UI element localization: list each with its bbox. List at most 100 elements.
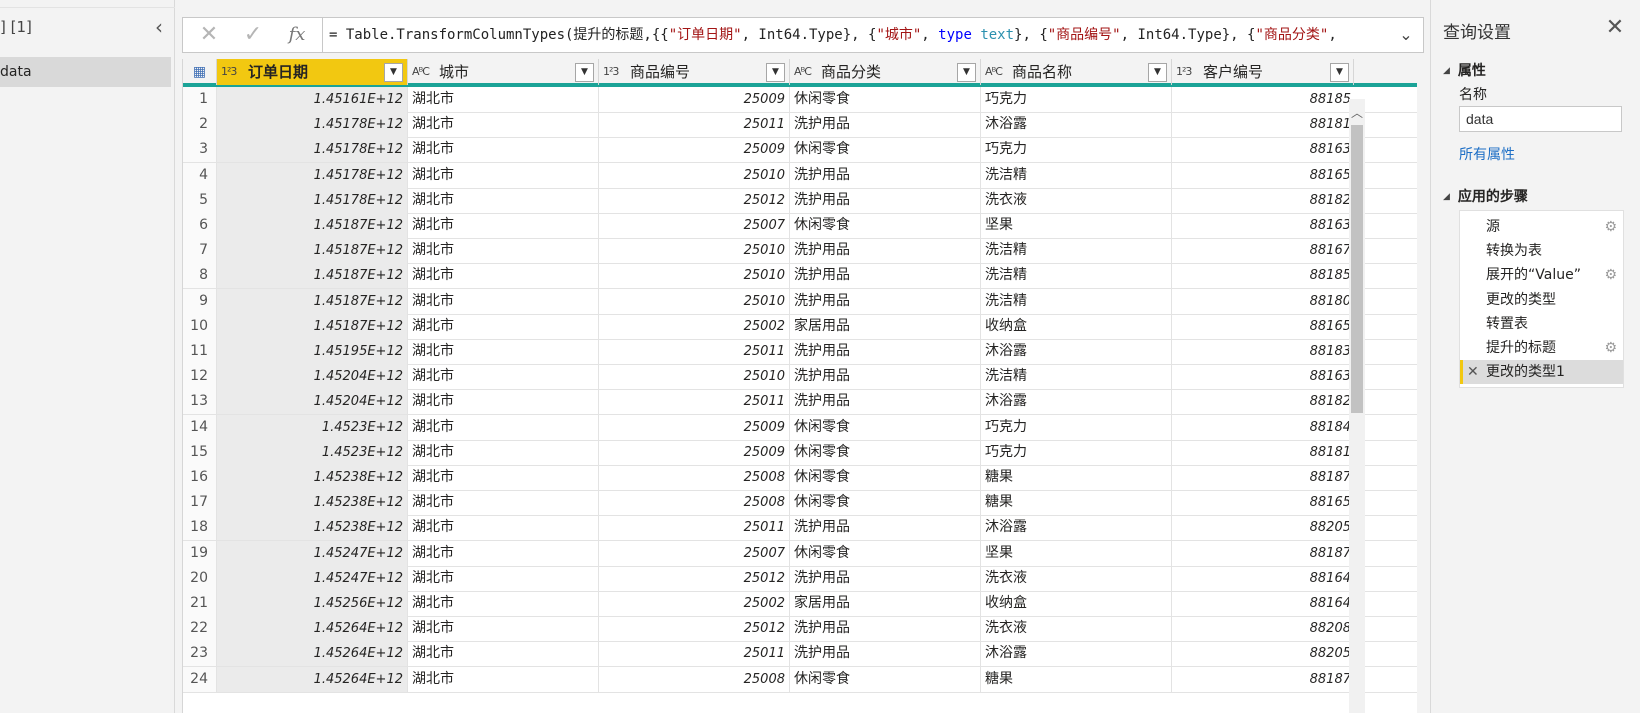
cell-product-no[interactable]: 25011 [599,112,790,138]
cell-product-name[interactable]: 洗衣液 [981,565,1172,591]
row-number[interactable]: 19 [183,540,217,566]
cell-product-name[interactable]: 沐浴露 [981,515,1172,541]
cell-order-date[interactable]: 1.45178E+12 [217,187,408,213]
cell-order-date[interactable]: 1.45187E+12 [217,238,408,264]
expand-formula-icon[interactable]: ⌄ [1393,18,1419,52]
column-header[interactable]: 1²3 商品编号 ▼ [599,59,790,85]
filter-dropdown-icon[interactable]: ▼ [957,63,976,82]
table-row[interactable]: 12 1.45204E+12 湖北市 25010 洗护用品 洗洁精 88163 [183,364,1417,391]
cell-city[interactable]: 湖北市 [408,389,599,415]
cell-order-date[interactable]: 1.45187E+12 [217,213,408,238]
filter-dropdown-icon[interactable]: ▼ [1148,63,1167,82]
cell-order-date[interactable]: 1.4523E+12 [217,414,408,440]
vertical-scrollbar[interactable]: ︿ [1349,99,1365,713]
cell-product-no[interactable]: 25008 [599,666,790,692]
cell-order-date[interactable]: 1.45238E+12 [217,465,408,490]
cell-customer-no[interactable]: 88164 [1172,566,1354,591]
scroll-up-icon[interactable]: ︿ [1349,105,1365,121]
cell-category[interactable]: 洗护用品 [790,515,981,541]
table-row[interactable]: 16 1.45238E+12 湖北市 25008 休闲零食 糖果 88187 [183,465,1417,491]
cell-customer-no[interactable]: 88182 [1172,389,1354,414]
cell-city[interactable]: 湖北市 [408,641,599,667]
table-row[interactable]: 19 1.45247E+12 湖北市 25007 休闲零食 坚果 88187 [183,540,1417,567]
column-type-icon[interactable]: AᴮC [412,59,430,85]
cell-product-name[interactable]: 糖果 [981,465,1172,490]
cell-order-date[interactable]: 1.45187E+12 [217,263,408,289]
table-row[interactable]: 1 1.45161E+12 湖北市 25009 休闲零食 巧克力 88185 [183,87,1417,113]
cell-city[interactable]: 湖北市 [408,364,599,390]
applied-step[interactable]: 展开的“Value” ⚙ [1460,263,1623,287]
cell-product-name[interactable]: 巧克力 [981,439,1172,465]
cell-product-no[interactable]: 25008 [599,465,790,490]
collapse-pane-icon[interactable]: ‹ [148,14,170,40]
table-row[interactable]: 3 1.45178E+12 湖北市 25009 休闲零食 巧克力 88163 [183,137,1417,164]
row-number[interactable]: 20 [183,565,217,591]
table-row[interactable]: 24 1.45264E+12 湖北市 25008 休闲零食 糖果 88187 [183,666,1417,693]
cell-order-date[interactable]: 1.45195E+12 [217,339,408,364]
row-number[interactable]: 13 [183,389,217,415]
cell-city[interactable]: 湖北市 [408,439,599,465]
cell-city[interactable]: 湖北市 [408,313,599,339]
column-header[interactable]: AᴮC 商品名称 ▼ [981,59,1172,85]
cell-category[interactable]: 洗护用品 [790,641,981,667]
cell-product-name[interactable]: 糖果 [981,666,1172,692]
row-number[interactable]: 11 [183,339,217,364]
cell-category[interactable]: 休闲零食 [790,414,981,440]
cell-city[interactable]: 湖北市 [408,187,599,213]
cell-product-name[interactable]: 巧克力 [981,137,1172,163]
cell-order-date[interactable]: 1.45238E+12 [217,515,408,541]
cell-city[interactable]: 湖北市 [408,540,599,566]
cell-customer-no[interactable]: 88187 [1172,541,1354,566]
cell-customer-no[interactable]: 88181 [1172,112,1354,137]
column-header[interactable]: 1²3 客户编号 ▼ [1172,59,1354,85]
table-row[interactable]: 11 1.45195E+12 湖北市 25011 洗护用品 沐浴露 88183 [183,339,1417,365]
cell-product-no[interactable]: 25010 [599,238,790,264]
column-header[interactable]: AᴮC 商品分类 ▼ [790,59,981,85]
table-row[interactable]: 5 1.45178E+12 湖北市 25012 洗护用品 洗衣液 88182 [183,187,1417,214]
cell-product-no[interactable]: 25012 [599,565,790,591]
cell-product-name[interactable]: 糖果 [981,490,1172,516]
cell-city[interactable]: 湖北市 [408,213,599,238]
formula-input[interactable]: = Table.TransformColumnTypes(提升的标题,{{"订单… [329,18,1389,52]
cell-city[interactable]: 湖北市 [408,666,599,692]
cell-customer-no[interactable]: 88163 [1172,364,1354,389]
cell-product-no[interactable]: 25008 [599,490,790,516]
row-number[interactable]: 3 [183,137,217,163]
applied-step[interactable]: 源 ⚙ [1460,215,1623,239]
cell-customer-no[interactable]: 88165 [1172,163,1354,188]
delete-step-icon[interactable]: ✕ [1467,360,1479,384]
cell-product-no[interactable]: 25010 [599,364,790,390]
row-number[interactable]: 16 [183,465,217,490]
formula-text[interactable]: = Table.TransformColumnTypes(提升的标题,{{"订单… [329,18,1389,44]
row-number[interactable]: 21 [183,591,217,616]
column-type-icon[interactable]: AᴮC [985,59,1003,85]
cell-product-name[interactable]: 巧克力 [981,87,1172,112]
cell-product-name[interactable]: 沐浴露 [981,112,1172,138]
row-number[interactable]: 8 [183,263,217,289]
table-row[interactable]: 21 1.45256E+12 湖北市 25002 家居用品 收纳盒 88164 [183,591,1417,617]
cell-product-no[interactable]: 25011 [599,641,790,667]
cell-city[interactable]: 湖北市 [408,238,599,264]
cell-customer-no[interactable]: 88185 [1172,263,1354,288]
cancel-icon[interactable]: ✕ [187,18,231,52]
cell-category[interactable]: 家居用品 [790,591,981,616]
filter-dropdown-icon[interactable]: ▼ [1330,63,1349,82]
cell-product-name[interactable]: 沐浴露 [981,641,1172,667]
cell-category[interactable]: 洗护用品 [790,339,981,364]
cell-category[interactable]: 休闲零食 [790,137,981,163]
cell-order-date[interactable]: 1.45204E+12 [217,389,408,415]
cell-customer-no[interactable]: 88181 [1172,440,1354,465]
cell-category[interactable]: 休闲零食 [790,666,981,692]
row-number[interactable]: 2 [183,112,217,138]
cell-product-no[interactable]: 25002 [599,313,790,339]
cell-city[interactable]: 湖北市 [408,616,599,642]
cell-customer-no[interactable]: 88183 [1172,339,1354,364]
applied-step[interactable]: 更改的类型 [1460,288,1623,312]
cell-order-date[interactable]: 1.4523E+12 [217,439,408,465]
cell-product-name[interactable]: 洗洁精 [981,364,1172,390]
table-row[interactable]: 17 1.45238E+12 湖北市 25008 休闲零食 糖果 88165 [183,490,1417,517]
cell-category[interactable]: 洗护用品 [790,288,981,314]
cell-product-no[interactable]: 25011 [599,389,790,415]
filter-dropdown-icon[interactable]: ▼ [575,63,594,82]
cell-product-no[interactable]: 25002 [599,591,790,616]
